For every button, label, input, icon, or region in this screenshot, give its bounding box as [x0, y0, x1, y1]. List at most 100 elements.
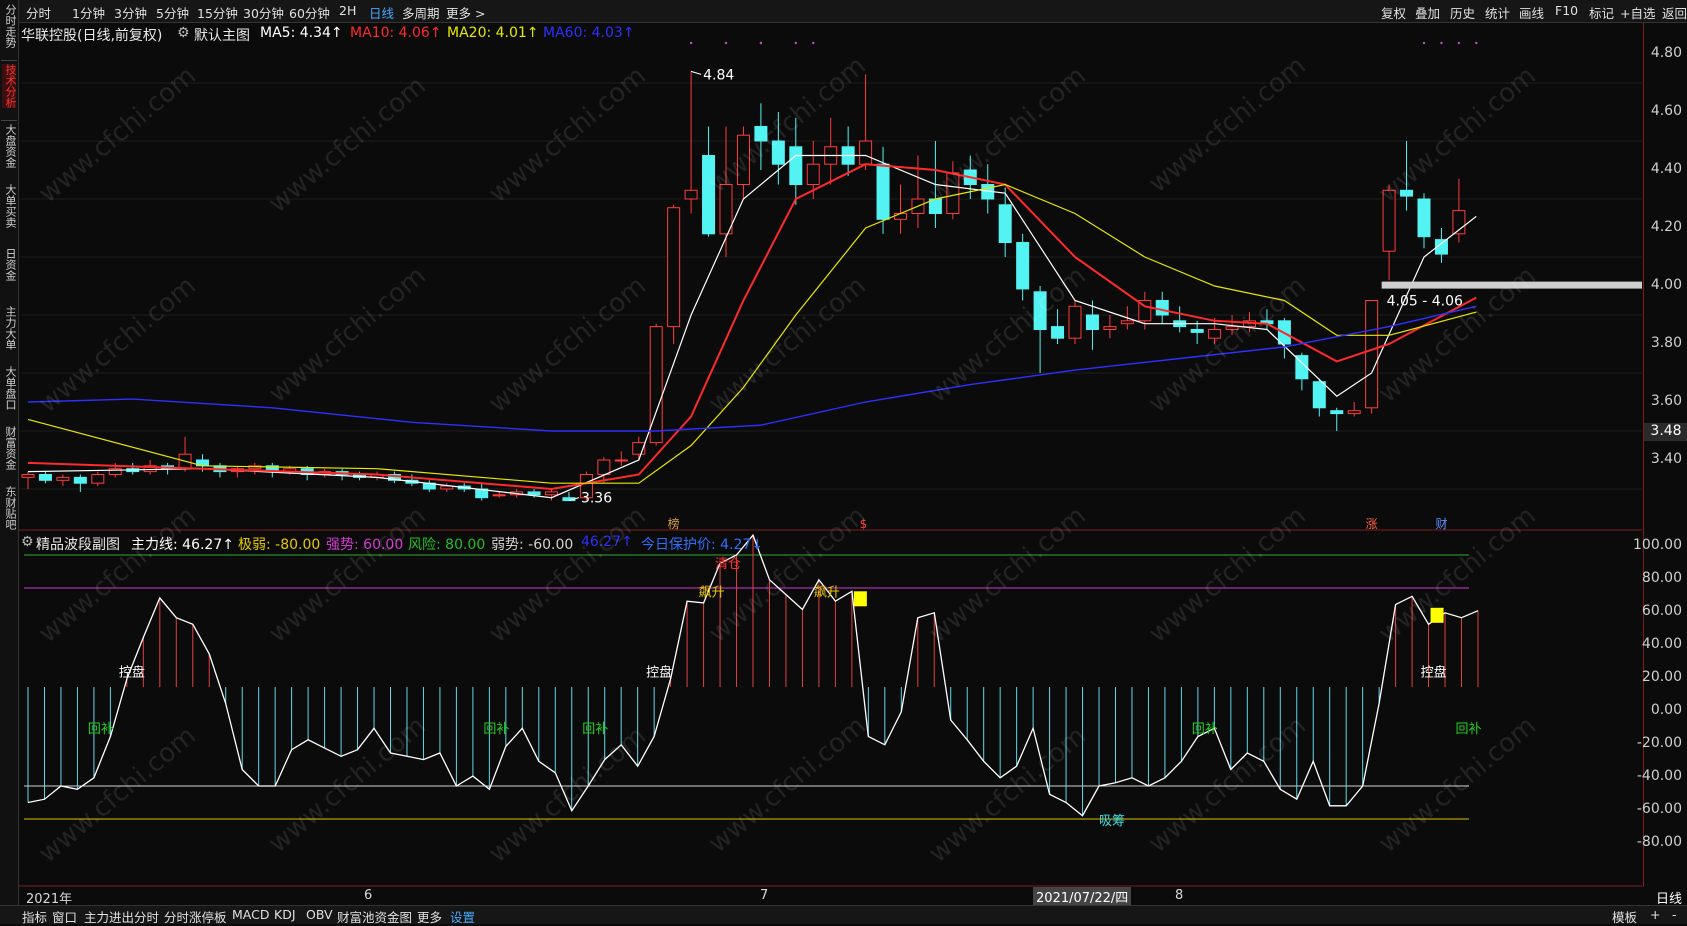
candle-up — [1068, 305, 1082, 339]
mark-button[interactable]: 标记 — [1589, 3, 1614, 22]
tab-zhibiao[interactable]: 指标 — [22, 907, 47, 926]
tab-macd[interactable]: MACD — [232, 907, 269, 922]
tab-more[interactable]: 更多 — [417, 907, 442, 926]
event-marker: 榜 — [668, 516, 680, 531]
period-multi[interactable]: 多周期 — [402, 3, 440, 22]
signal-kongpan: 控盘 — [1421, 665, 1447, 681]
candle-up — [649, 326, 663, 444]
period-1min[interactable]: 1分钟 — [72, 3, 105, 22]
top-dot-marker — [1440, 41, 1443, 45]
candle-down — [702, 155, 716, 235]
ytick-sub: -80.00 — [1636, 834, 1682, 850]
candle-down — [73, 476, 87, 484]
f10-button[interactable]: F10 — [1555, 3, 1578, 18]
candle-down — [1016, 242, 1030, 290]
tab-kdj[interactable]: KDJ — [274, 907, 296, 922]
candle-up — [667, 207, 681, 328]
sidebar-item-zhuli[interactable]: 主力大单 — [2, 306, 17, 350]
yellow-signal-box — [853, 591, 867, 607]
period-daily[interactable]: 日线 — [369, 3, 394, 22]
price-range-label: 4.05 - 4.06 — [1387, 294, 1463, 310]
overlay-button[interactable]: 叠加 — [1415, 3, 1440, 22]
candle-down — [789, 146, 803, 186]
right-price-axis[interactable]: 4.80 4.60 4.40 4.20 4.00 3.80 3.60 3.40 … — [1633, 23, 1687, 907]
sidebar-divider — [1, 120, 17, 121]
qiangshi-value: 强势: 60.00 — [326, 537, 404, 553]
zoom-in-button[interactable]: + — [1650, 907, 1660, 922]
sidebar-item-dadan[interactable]: 大单买卖 — [2, 184, 17, 228]
period-2h[interactable]: 2H — [339, 3, 356, 18]
high-pointer — [690, 70, 702, 75]
zoom-out-button[interactable]: - — [1672, 907, 1677, 922]
tab-settings[interactable]: 设置 — [450, 907, 475, 926]
add-watchlist-button[interactable]: +自选 — [1620, 3, 1655, 22]
ytick-sub: 60.00 — [1641, 603, 1682, 619]
candle-up — [1382, 189, 1396, 252]
sidebar-item-tech[interactable]: 技术分析 — [2, 64, 17, 108]
sidebar-item-pankou[interactable]: 大单盘口 — [2, 366, 17, 410]
template-button[interactable]: 模板 — [1612, 907, 1637, 926]
ma5-line — [27, 154, 1477, 499]
sidebar-item-caifu[interactable]: 财富资金 — [2, 426, 17, 470]
ytick-main: 4.20 — [1650, 219, 1682, 235]
candle-down — [1190, 329, 1204, 333]
ytick-sub: 80.00 — [1641, 570, 1682, 586]
tab-window[interactable]: 窗口 — [52, 907, 77, 926]
back-button[interactable]: 返回 — [1662, 3, 1687, 22]
candle-up — [894, 213, 907, 220]
candle-down — [1312, 381, 1326, 409]
left-sidebar: 分时走势 技术分析 大盘资金 大单买卖 日资金 主力大单 大单盘口 财富资金 东… — [0, 0, 19, 923]
indicator-name[interactable]: 精品波段副图 — [36, 534, 120, 554]
sidebar-item-fenshi[interactable]: 分时走势 — [2, 4, 17, 48]
period-fenshi[interactable]: 分时 — [26, 3, 51, 22]
period-15min[interactable]: 15分钟 — [197, 3, 238, 22]
top-dot-marker — [724, 41, 728, 45]
ruoshi-value: 弱势: -60.00 — [491, 537, 574, 553]
draw-line-button[interactable]: 画线 — [1519, 3, 1544, 22]
top-dot-marker — [812, 41, 815, 45]
period-5min[interactable]: 5分钟 — [156, 3, 189, 22]
signal-huibu: 回补 — [582, 722, 608, 737]
ytick-main: 4.00 — [1650, 277, 1682, 293]
tab-zhangting[interactable]: 分时涨停板 — [164, 907, 227, 926]
candle-up — [56, 476, 70, 481]
current-price-tag: 3.48 — [1644, 423, 1687, 441]
x-month-7: 7 — [760, 888, 769, 903]
period-3min[interactable]: 3分钟 — [114, 3, 147, 22]
main-chart-panel[interactable]: 华联控股(日线,前复权) ⚙ 默认主图 MA5: 4.34↑ MA10: 4.0… — [19, 23, 1642, 531]
candle-up — [597, 459, 611, 475]
candle-up — [1208, 329, 1222, 339]
candle-up — [859, 140, 873, 165]
sub-indicator-panel[interactable]: 控盘 控盘 控盘 回补 回补 回补 回补 回补 清仓 飙升 飙升 吸筹 ⚙ 精品波段副图 主力线: 4… — [19, 532, 1642, 887]
settings-gear-icon[interactable]: ⚙ — [21, 534, 34, 550]
ytick-main: 4.40 — [1650, 161, 1682, 177]
history-button[interactable]: 历史 — [1450, 3, 1475, 22]
sidebar-item-tieba[interactable]: 东财贴吧 — [2, 486, 17, 530]
sidebar-item-rizijin[interactable]: 日资金 — [2, 248, 17, 281]
signal-huibu: 回补 — [1192, 722, 1218, 737]
ytick-sub: 100.00 — [1633, 537, 1682, 553]
top-dot-marker — [794, 41, 797, 45]
tab-zhuli-fenshi[interactable]: 主力进出分时 — [84, 907, 159, 926]
tab-obv[interactable]: OBV — [306, 907, 333, 922]
tab-caifuchi[interactable]: 财富池资金图 — [337, 907, 412, 926]
fuquan-button[interactable]: 复权 — [1381, 3, 1406, 22]
sidebar-item-dapan[interactable]: 大盘资金 — [2, 124, 17, 168]
ma60-line — [27, 305, 1477, 432]
jiruo-value: 极弱: -80.00 — [238, 537, 321, 553]
stats-button[interactable]: 统计 — [1485, 3, 1510, 22]
signal-xichou: 吸筹 — [1099, 813, 1125, 829]
candle-down — [38, 474, 52, 481]
period-60min[interactable]: 60分钟 — [289, 3, 330, 22]
candle-up — [21, 474, 35, 478]
bottom-tab-bar: 指标 窗口 主力进出分时 分时涨停板 MACD KDJ OBV 财富池资金图 更… — [0, 905, 1687, 926]
candle-down — [754, 126, 768, 142]
protect-price: 今日保护价: 4.27↓ — [641, 537, 764, 553]
ytick-main: 4.60 — [1650, 103, 1682, 119]
period-more[interactable]: 更多 > — [446, 3, 485, 22]
price-range-bar — [1381, 281, 1642, 289]
candle-down — [1400, 189, 1414, 197]
candle-up — [946, 172, 960, 214]
candle-up — [806, 163, 820, 185]
period-30min[interactable]: 30分钟 — [243, 3, 284, 22]
